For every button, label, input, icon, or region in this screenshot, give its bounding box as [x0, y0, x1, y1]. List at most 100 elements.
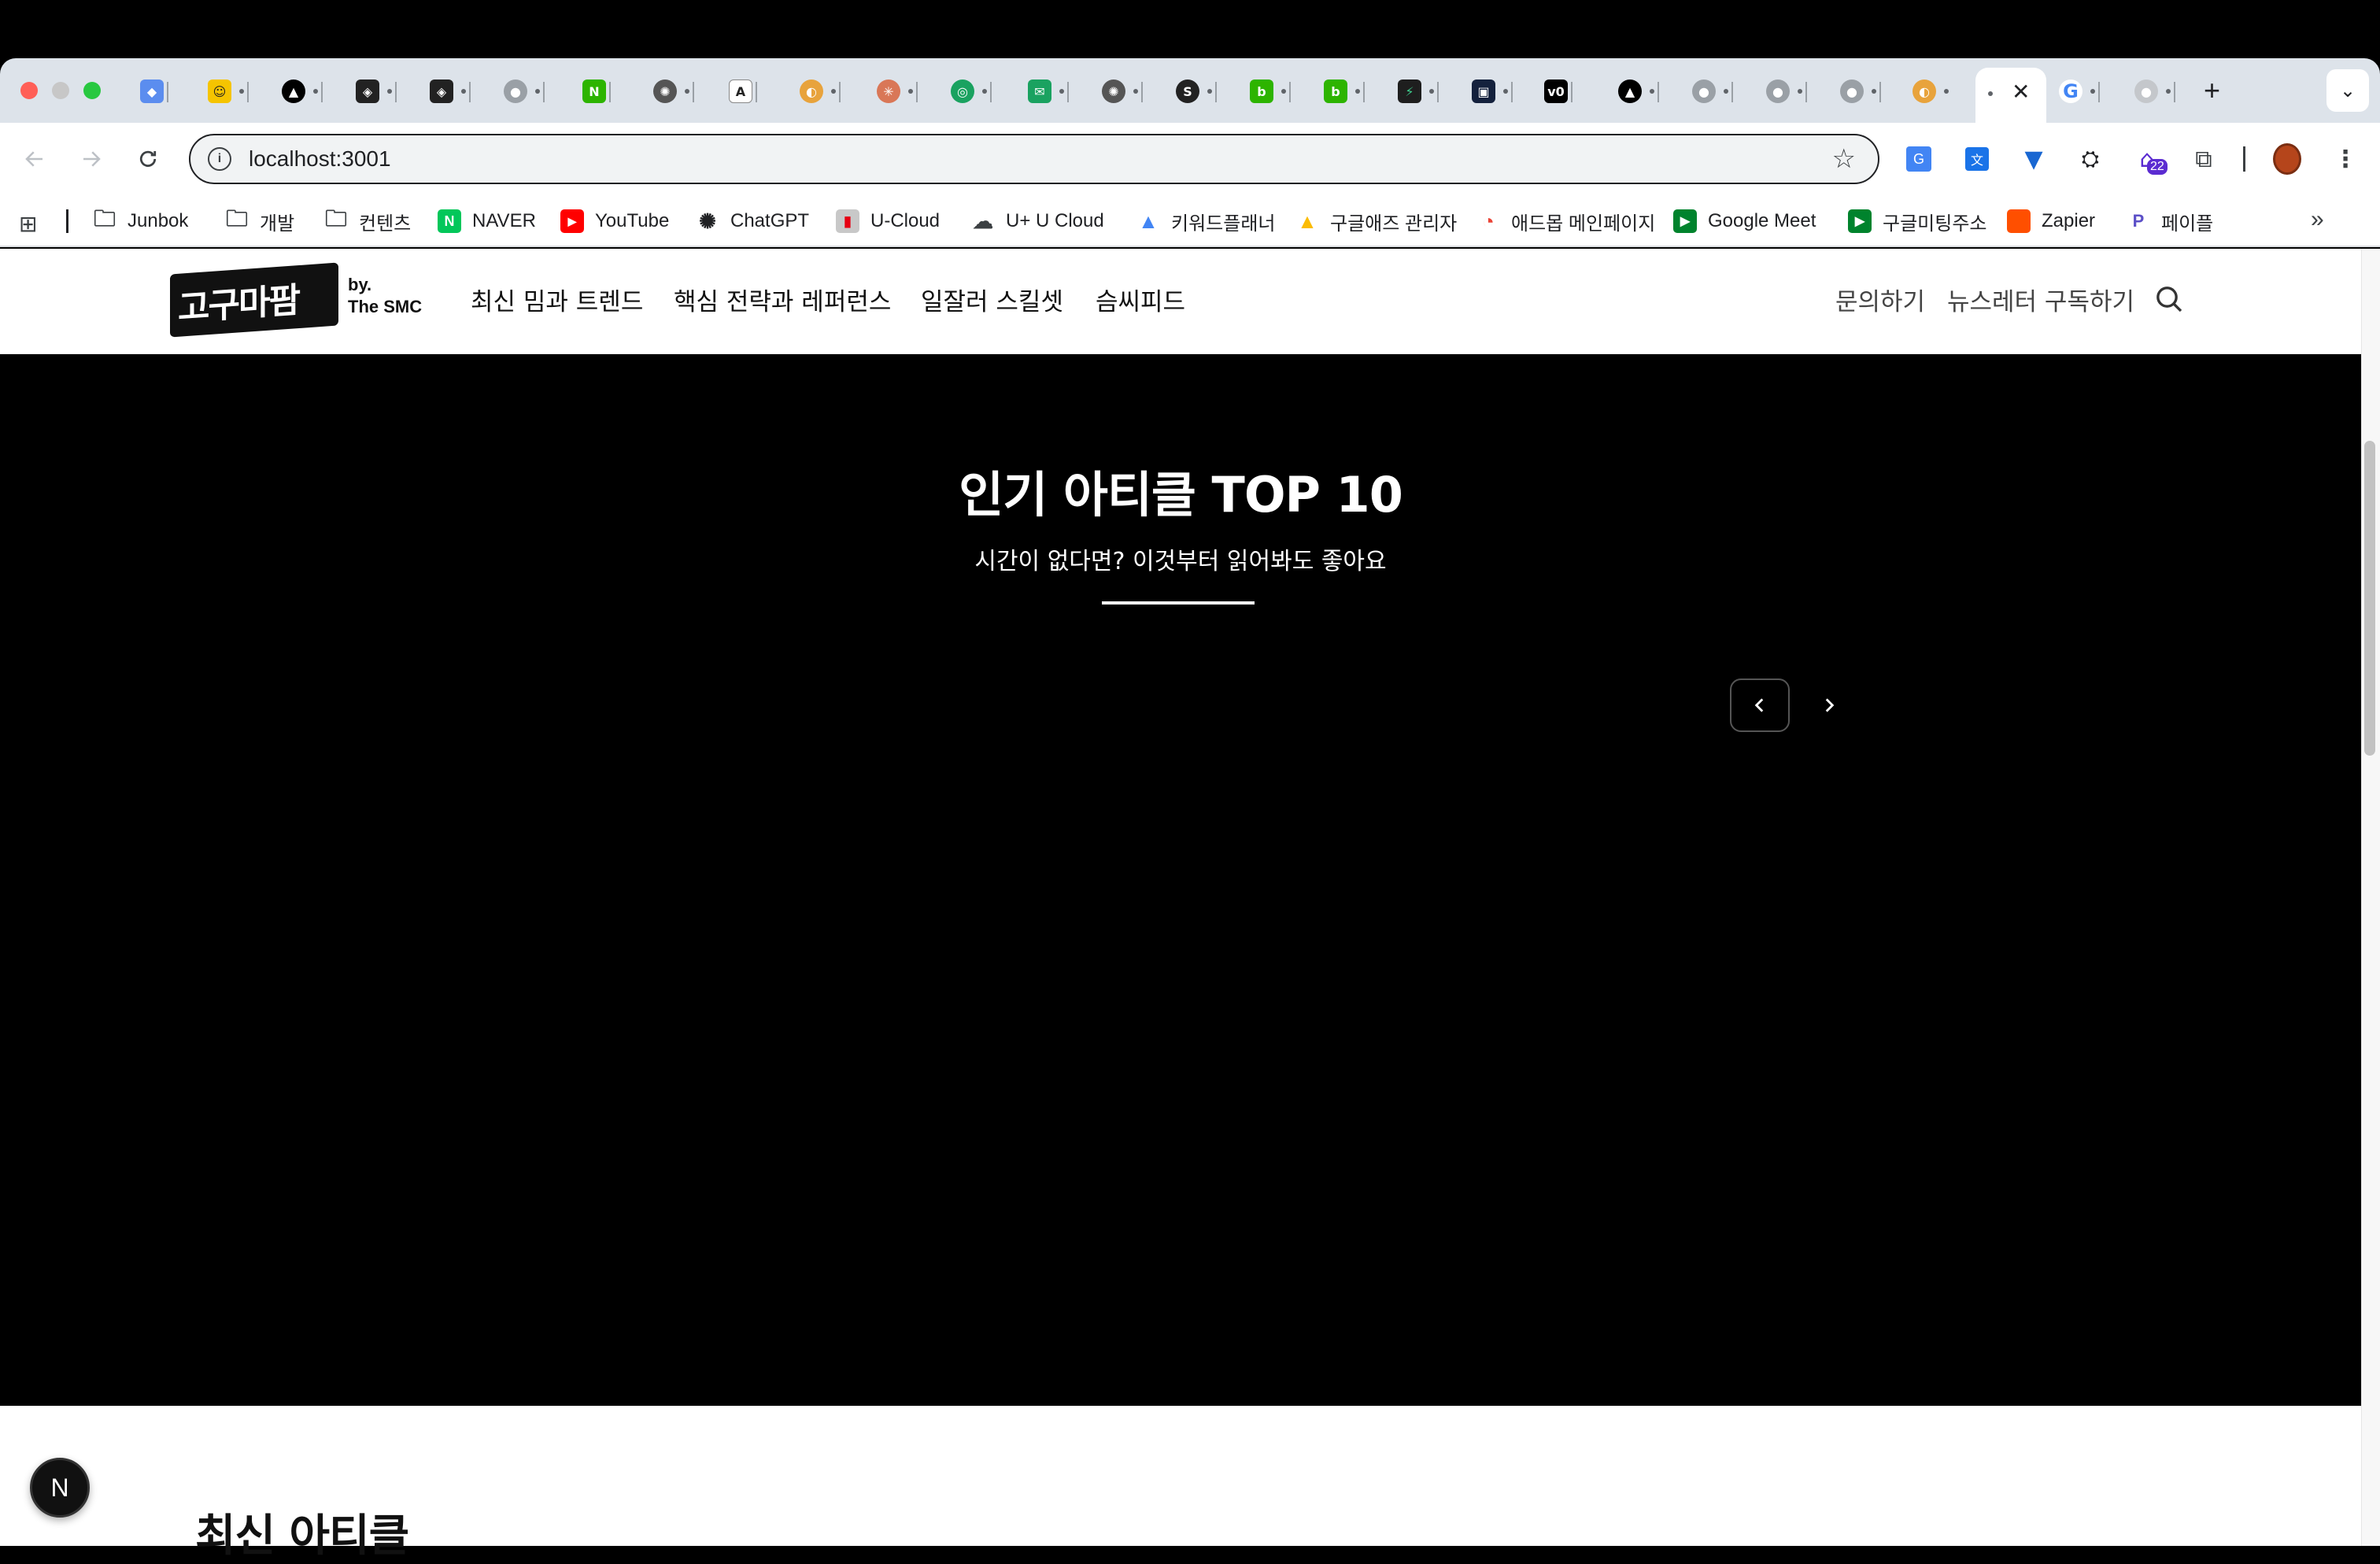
browser-tab[interactable]: ●	[1840, 71, 1881, 112]
bookmark-uplus-cloud[interactable]: ☁ U+ U Cloud	[971, 206, 1104, 236]
nav-core-strategy[interactable]: 핵심 전략과 레퍼런스	[674, 282, 891, 317]
browser-tab[interactable]: ☺	[208, 71, 249, 112]
browser-tab[interactable]: ✺	[653, 71, 694, 112]
forward-button[interactable]	[77, 145, 105, 173]
bookmark-ucloud[interactable]: ▮ U-Cloud	[836, 206, 940, 236]
browser-tab[interactable]: b	[1250, 71, 1291, 112]
cube-icon: ◈	[356, 79, 379, 103]
gem-icon: ◆	[140, 79, 164, 103]
browser-tab[interactable]: ◐	[1913, 71, 1949, 112]
nav-work-skillset[interactable]: 일잘러 스킬셋	[921, 282, 1063, 317]
apps-grid-icon[interactable]: ⊞	[19, 211, 37, 237]
browser-menu-icon[interactable]: ⋮	[2331, 145, 2360, 173]
bolt-icon: ⚡	[1398, 79, 1421, 103]
google-ads-icon: ▲	[1138, 209, 1159, 233]
browser-tab[interactable]: ◆	[140, 71, 168, 112]
browser-tab[interactable]: ▲	[282, 71, 323, 112]
bookmark-google-ads-manager[interactable]: ▲ 구글애즈 관리자	[1295, 206, 1457, 236]
bookmarks-overflow-icon[interactable]: »	[2311, 206, 2324, 233]
nav-latest-memes-trends[interactable]: 최신 밈과 트렌드	[471, 282, 643, 317]
profile-avatar[interactable]	[2273, 143, 2301, 175]
bookmark-google-meet[interactable]: ▶ Google Meet	[1673, 206, 1816, 236]
browser-tab[interactable]: G	[2059, 71, 2100, 112]
blog-icon: b	[1324, 79, 1347, 103]
search-button[interactable]	[2153, 283, 2185, 318]
active-tab[interactable]: ✕	[1975, 68, 2046, 123]
browser-tab[interactable]: A	[729, 71, 757, 112]
bookmark-contents[interactable]: 🗀 컨텐츠	[324, 206, 411, 236]
browser-tab[interactable]: S	[1176, 71, 1217, 112]
translate-icon[interactable]: 文	[1963, 145, 1991, 173]
browser-tab[interactable]: ✺	[1102, 71, 1143, 112]
claude-icon: ✳	[877, 79, 900, 103]
triangle-icon: ▲	[282, 79, 305, 103]
site-info-icon[interactable]: i	[208, 147, 231, 171]
browser-tab[interactable]: N	[582, 71, 611, 112]
bookmark-star-icon[interactable]: ☆	[1832, 143, 1856, 175]
google-icon: G	[2059, 79, 2082, 103]
bookmark-meeting-address[interactable]: ▶ 구글미팅주소	[1848, 206, 1986, 236]
latest-articles-title: 최신 아티클	[195, 1510, 409, 1562]
close-window-button[interactable]	[20, 82, 38, 99]
bookmark-chatgpt[interactable]: ✺ ChatGPT	[696, 206, 809, 236]
tab-favicon-icon: ◎	[951, 79, 974, 103]
bookmark-naver[interactable]: N NAVER	[438, 206, 536, 236]
section-title: 인기 아티클 TOP 10	[959, 466, 1403, 523]
bookmark-youtube[interactable]: ▶ YouTube	[560, 206, 669, 236]
chevron-down-icon: ⌄	[2339, 79, 2356, 102]
contact-link[interactable]: 문의하기	[1835, 282, 1925, 317]
translate-extension-icon[interactable]: G	[1905, 145, 1933, 173]
bookmark-junbok[interactable]: 🗀 Junbok	[93, 206, 188, 236]
blog-icon: b	[1250, 79, 1273, 103]
browser-tab[interactable]: ◎	[951, 71, 992, 112]
browser-tab[interactable]: v0	[1544, 71, 1572, 112]
nav-smc-feed[interactable]: 슴씨피드	[1096, 282, 1185, 317]
extension-gem-icon[interactable]: ▼	[2020, 145, 2048, 173]
maximize-window-button[interactable]	[83, 82, 101, 99]
browser-tab[interactable]: ●	[1766, 71, 1807, 112]
back-button[interactable]	[20, 145, 49, 173]
nextjs-dev-indicator[interactable]: N	[30, 1458, 90, 1518]
bookmark-payple[interactable]: P 페이플	[2127, 206, 2214, 236]
scrollbar-thumb[interactable]	[2364, 441, 2375, 756]
close-tab-icon[interactable]: ✕	[2012, 79, 2030, 105]
zapier-icon	[2007, 209, 2031, 233]
logo-byline: by. The SMC	[348, 275, 423, 316]
browser-tab[interactable]: ◐	[800, 71, 841, 112]
bookmark-admob[interactable]: ◔ 애드몹 메인페이지	[1476, 206, 1655, 236]
browser-tab[interactable]: ●	[1692, 71, 1733, 112]
section-subtitle: 시간이 없다면? 이것부터 읽어봐도 좋아요	[974, 548, 1387, 575]
chatgpt-icon: ✺	[699, 209, 716, 233]
newsletter-subscribe-link[interactable]: 뉴스레터 구독하기	[1947, 282, 2134, 317]
browser-tab[interactable]: ✳	[877, 71, 918, 112]
browser-tab[interactable]: ✉	[1028, 71, 1069, 112]
youtube-icon: ▶	[560, 209, 584, 233]
address-bar[interactable]: i localhost:3001 ☆	[189, 134, 1879, 184]
browser-tab[interactable]: ●	[504, 71, 545, 112]
new-tab-button[interactable]: +	[2204, 74, 2220, 107]
triangle-icon: ▲	[1618, 79, 1642, 103]
reload-button[interactable]	[134, 145, 162, 173]
folder-icon: 🗀	[225, 206, 248, 231]
tab-favicon-icon: ▣	[1472, 79, 1495, 103]
browser-tab[interactable]: ●	[2134, 71, 2175, 112]
browser-tab[interactable]: ▲	[1618, 71, 1659, 112]
bookmark-dev[interactable]: 🗀 개발	[225, 206, 294, 236]
naver-icon: N	[582, 79, 606, 103]
carousel-prev-button[interactable]	[1730, 678, 1790, 732]
browser-tab[interactable]: ⚡	[1398, 71, 1439, 112]
browser-tab[interactable]: ◈	[356, 71, 397, 112]
bookmark-zapier[interactable]: Zapier	[2007, 206, 2095, 236]
site-logo[interactable]: 고구마팜	[170, 262, 338, 338]
carousel-next-button[interactable]	[1799, 678, 1859, 732]
minimize-window-button[interactable]	[52, 82, 69, 99]
extensions-puzzle-icon[interactable]: ⧉	[2190, 145, 2218, 173]
cloud-icon: ☁	[973, 209, 993, 233]
extension-badge-icon[interactable]: ⌂ 22	[2133, 145, 2168, 175]
browser-tab[interactable]: b	[1324, 71, 1365, 112]
browser-tab[interactable]: ◈	[430, 71, 471, 112]
browser-tab[interactable]: ▣	[1472, 71, 1513, 112]
bookmark-keyword-planner[interactable]: ▲ 키워드플래너	[1136, 206, 1275, 236]
robot-extension-icon[interactable]: ⛭	[2076, 145, 2105, 173]
tab-search-button[interactable]: ⌄	[2326, 69, 2369, 112]
